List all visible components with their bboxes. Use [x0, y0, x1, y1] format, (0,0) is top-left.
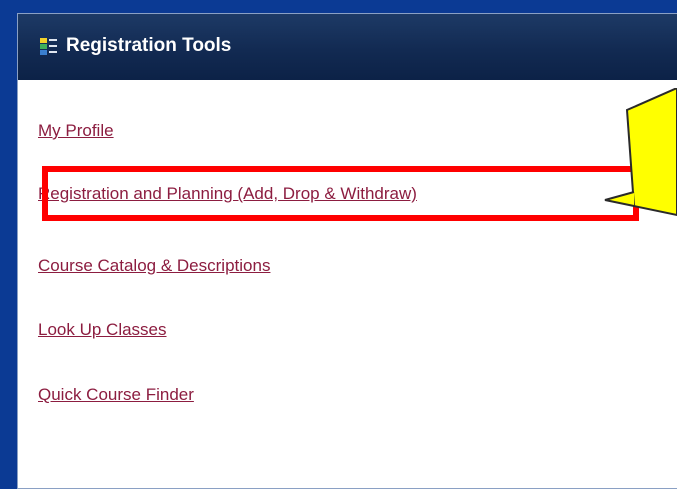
my-profile-link[interactable]: My Profile: [38, 121, 114, 141]
course-catalog-link[interactable]: Course Catalog & Descriptions: [38, 256, 270, 276]
registration-tools-panel: Registration Tools: [17, 13, 677, 489]
panel-title: Registration Tools: [66, 35, 232, 56]
callout-arrow: [604, 88, 677, 217]
menu-list-icon: [40, 38, 57, 55]
look-up-classes-link[interactable]: Look Up Classes: [38, 320, 167, 340]
highlight-box: [42, 166, 639, 221]
panel-header: Registration Tools: [18, 14, 677, 80]
quick-course-finder-link[interactable]: Quick Course Finder: [38, 385, 194, 405]
